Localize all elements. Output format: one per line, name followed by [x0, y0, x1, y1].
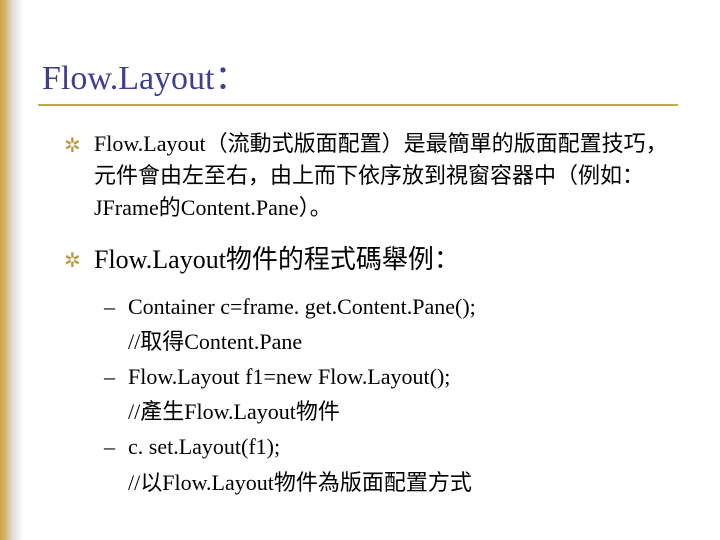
dash-bullet-icon: – — [104, 429, 115, 464]
subitem-c: – c. set.Layout(f1); — [64, 429, 676, 464]
slide-body: ✲ Flow.Layout（流動式版面配置）是最簡單的版面配置技巧，元件會由左至… — [64, 128, 676, 500]
star-bullet-icon: ✲ — [64, 246, 81, 276]
subitem-a-code: Container c=frame. get.Content.Pane(); — [128, 294, 476, 319]
subitem-b-comment: //產生Flow.Layout物件 — [64, 394, 676, 429]
subitem-a: – Container c=frame. get.Content.Pane(); — [64, 289, 676, 324]
subitem-a-comment: //取得Content.Pane — [64, 324, 676, 359]
slide: Flow.Layout： ✲ Flow.Layout（流動式版面配置）是最簡單的… — [0, 0, 720, 540]
dash-bullet-icon: – — [104, 359, 115, 394]
bullet-item-2: ✲ Flow.Layout物件的程式碼舉例： — [64, 240, 676, 279]
subitem-c-comment: //以Flow.Layout物件為版面配置方式 — [64, 465, 676, 500]
subitem-c-code: c. set.Layout(f1); — [128, 434, 280, 459]
title-underline — [38, 104, 678, 106]
subitem-b: – Flow.Layout f1=new Flow.Layout(); — [64, 359, 676, 394]
left-gradient-stripe — [0, 0, 24, 540]
bullet-item-2-text: Flow.Layout物件的程式碼舉例： — [94, 245, 460, 274]
star-bullet-icon: ✲ — [64, 132, 81, 161]
subitem-b-code: Flow.Layout f1=new Flow.Layout(); — [128, 364, 450, 389]
bullet-item-1-text: Flow.Layout（流動式版面配置）是最簡單的版面配置技巧，元件會由左至右，… — [94, 131, 668, 220]
dash-bullet-icon: – — [104, 289, 115, 324]
slide-title: Flow.Layout： — [42, 50, 249, 99]
bullet-item-1: ✲ Flow.Layout（流動式版面配置）是最簡單的版面配置技巧，元件會由左至… — [64, 128, 676, 224]
